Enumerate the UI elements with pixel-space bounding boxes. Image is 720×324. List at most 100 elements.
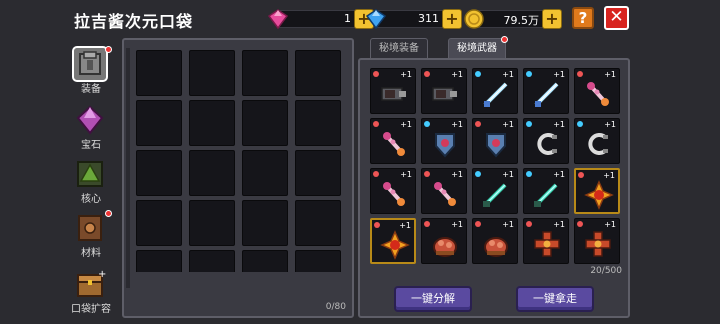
pink-gem-counter: 1 + [267,9,374,30]
inventory-slot[interactable]: +1 [574,68,620,114]
rarity-gem-icon [526,71,532,77]
item-quantity: +1 [553,120,565,129]
rarity-gem-icon [526,171,532,177]
claw-icon [588,133,608,155]
svg-text:+: + [98,269,106,280]
basket-icon [433,237,457,257]
inventory-slot[interactable]: +1 [421,168,467,214]
empty-slot[interactable] [189,150,235,196]
wand-icon [383,182,405,206]
rarity-gem-icon [424,121,430,127]
material-icon [78,215,102,241]
inventory-slot[interactable]: +1 [523,218,569,264]
rarity-gem-icon [577,221,583,227]
empty-slot[interactable] [295,100,341,146]
item-quantity: +1 [604,220,616,229]
tab-label: 秘境武器 [457,43,497,54]
rarity-gem-icon [373,121,379,127]
shield-icon [435,133,455,158]
rarity-gem-icon [424,71,430,77]
tab-secret-weapons[interactable]: 秘境武器 [448,36,508,60]
item-quantity: +1 [451,170,463,179]
blaster-icon [432,87,457,101]
inventory-slot[interactable]: +1 [472,168,518,214]
cross-icon [534,231,560,257]
empty-slot[interactable] [136,50,182,96]
gold-counter: 79.5万 + [464,9,562,29]
amulet-icon [584,180,614,210]
empty-slot[interactable] [295,250,341,272]
sidebar-item-gems[interactable]: 宝石 [64,102,118,152]
empty-slot[interactable] [242,200,288,246]
item-quantity: +1 [400,70,412,79]
inventory-slot[interactable]: +1 [370,68,416,114]
shield-icon [486,133,506,158]
sidebar-item-materials[interactable]: 材料 [64,210,118,260]
inventory-slot[interactable]: +1 [472,68,518,114]
inventory-slot[interactable]: +1 [421,118,467,164]
notification-dot [501,36,508,43]
armor-icon [72,46,108,82]
empty-slot[interactable] [136,150,182,196]
empty-slot[interactable] [189,250,235,272]
rarity-gem-icon [475,171,481,177]
item-quantity: +1 [400,170,412,179]
inventory-slot[interactable]: +1 [523,68,569,114]
rarity-gem-icon [373,71,379,77]
dagger-icon [483,183,507,207]
sidebar-item-core[interactable]: 核心 [64,156,118,206]
inventory-slot[interactable]: +1 [574,218,620,264]
scrollbar[interactable] [126,48,130,288]
empty-slot[interactable] [136,200,182,246]
close-button[interactable]: ✕ [604,6,629,30]
decompose-all-button[interactable]: 一键分解 [394,286,472,312]
blue-gem-value: 311 [418,12,439,25]
rarity-gem-icon [578,172,584,178]
inventory-slot[interactable]: +1 [472,218,518,264]
rarity-gem-icon [373,171,379,177]
empty-slot[interactable] [295,200,341,246]
inventory-slot[interactable]: +1 [421,68,467,114]
empty-slot[interactable] [242,100,288,146]
inventory-slot[interactable]: +1 [421,218,467,264]
empty-slot[interactable] [189,50,235,96]
sword-icon [483,82,508,107]
add-blue-gem-button[interactable]: + [442,9,462,29]
rarity-gem-icon [424,221,430,227]
gem-icon [76,105,104,135]
pocket-count: 0/80 [325,302,346,312]
sidebar-item-expand[interactable]: + 口袋扩容 [64,266,118,316]
inventory-slot[interactable]: +1 [523,168,569,214]
item-quantity: +1 [604,70,616,79]
inventory-slot[interactable]: +1 [370,168,416,214]
item-quantity: +1 [399,221,411,230]
inventory-slot[interactable]: +1 [574,118,620,164]
sidebar-item-equipment[interactable]: 装备 [64,46,118,96]
empty-slot[interactable] [242,150,288,196]
sword-icon [534,82,559,107]
item-quantity: +1 [451,220,463,229]
empty-slot[interactable] [242,50,288,96]
add-gold-button[interactable]: + [542,9,562,29]
empty-slot[interactable] [136,250,182,272]
help-button[interactable]: ? [572,7,594,29]
empty-slot[interactable] [295,150,341,196]
take-all-button[interactable]: 一键拿走 [516,286,594,312]
rarity-gem-icon [526,121,532,127]
inventory-slot[interactable]: +1 [523,118,569,164]
empty-slot[interactable] [295,50,341,96]
empty-slot[interactable] [242,250,288,272]
empty-slot[interactable] [189,100,235,146]
inventory-slot[interactable]: +1 [370,118,416,164]
empty-slot[interactable] [189,200,235,246]
item-quantity: +1 [604,120,616,129]
tab-secret-equipment[interactable]: 秘境装备 [370,38,428,60]
rarity-gem-icon [577,121,583,127]
blue-gem-icon [365,9,387,30]
inventory-slot[interactable]: +1 [472,118,518,164]
inventory-slot[interactable]: +1 [370,218,416,264]
inventory-slot[interactable]: +1 [574,168,620,214]
item-quantity: +1 [502,220,514,229]
empty-slot[interactable] [136,100,182,146]
core-icon [77,161,103,187]
